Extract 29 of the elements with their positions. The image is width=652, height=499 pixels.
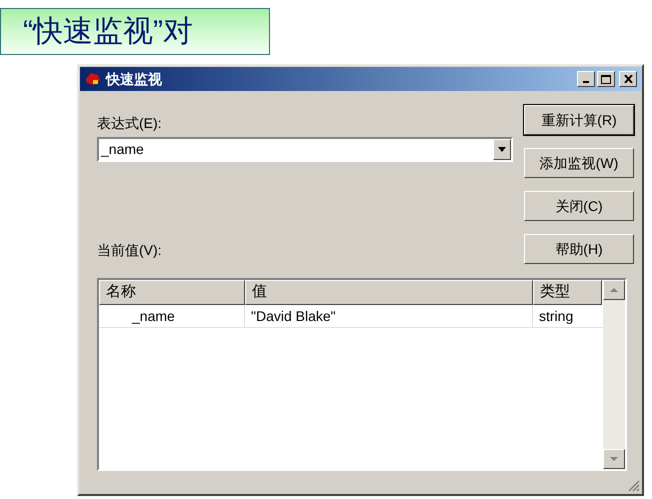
slide-title: “快速监视”对 [0, 8, 270, 55]
scroll-down-button[interactable] [603, 449, 625, 469]
expression-combobox[interactable]: _name [97, 137, 513, 162]
dialog-button[interactable]: 帮助(H) [524, 234, 634, 264]
table-cell: "David Blake" [245, 305, 533, 327]
scrollbar[interactable] [603, 280, 625, 469]
resize-grip-icon [628, 480, 640, 492]
current-value-label: 当前值(V): [97, 241, 162, 260]
up-arrow-icon [610, 288, 618, 292]
scroll-up-button[interactable] [603, 280, 625, 300]
app-icon [84, 72, 102, 86]
dialog-button[interactable]: 重新计算(R) [524, 105, 634, 135]
dropdown-button[interactable] [493, 139, 511, 160]
minimize-button[interactable] [577, 71, 595, 87]
dialog-button[interactable]: 关闭(C) [524, 191, 634, 221]
close-icon [624, 75, 632, 83]
dialog-button[interactable]: 添加监视(W) [524, 148, 634, 178]
table-cell-text: string [538, 307, 574, 326]
column-header[interactable]: 名称 [99, 280, 245, 305]
column-header[interactable]: 值 [245, 280, 533, 305]
down-arrow-icon [610, 457, 618, 461]
maximize-icon [601, 74, 611, 84]
caret-icon [498, 147, 506, 152]
maximize-button[interactable] [597, 71, 615, 87]
column-header[interactable]: 类型 [533, 280, 602, 305]
window-title: 快速监视 [106, 70, 162, 88]
close-button[interactable] [619, 71, 637, 87]
table-cell: _name [99, 305, 245, 327]
expression-label: 表达式(E): [97, 114, 162, 133]
